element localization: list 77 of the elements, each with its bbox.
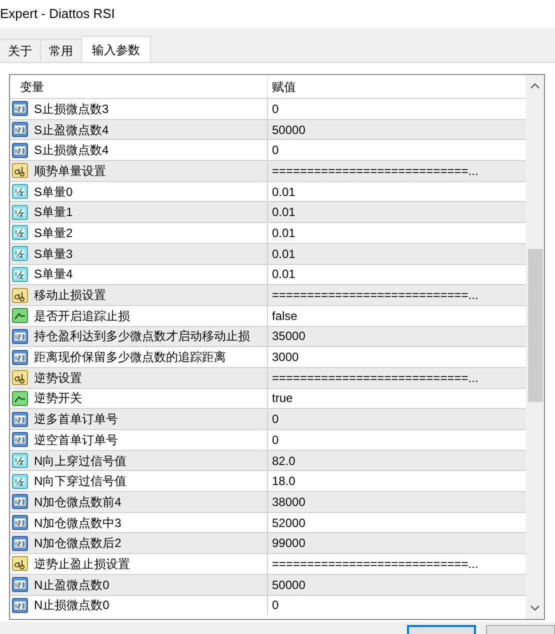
parameter-name: N向上穿过信号值 [34, 452, 127, 470]
fraction-type-icon [12, 266, 28, 282]
text-type-icon [12, 288, 28, 303]
parameter-name: N加仓微点数前4 [34, 494, 122, 511]
parameter-name: 持仓盈利达到多少微点数才启动移动止损 [34, 328, 250, 346]
parameter-name: 逆势开关 [34, 390, 82, 408]
parameter-name: N向下穿过信号值 [34, 473, 127, 490]
parameter-value[interactable]: 3000 [268, 347, 526, 367]
scroll-down-icon[interactable] [530, 605, 540, 611]
parameter-value[interactable]: 99000 [268, 533, 526, 554]
fraction-type-icon [12, 225, 28, 240]
parameter-name: 是否开启追踪止损 [34, 308, 130, 325]
parameter-value[interactable]: ============================... [268, 554, 526, 574]
parameter-name: 逆势设置 [34, 370, 82, 387]
parameter-value[interactable]: 0.01 [268, 244, 526, 264]
parameter-value[interactable]: 18.0 [268, 471, 526, 492]
parameter-name: 逆势止盈止损设置 [34, 556, 130, 573]
number-type-icon [12, 122, 28, 138]
parameter-name: 逆多首单订单号 [34, 411, 118, 428]
parameter-name: 顺势单量设置 [34, 162, 106, 180]
parameter-value[interactable]: false [268, 306, 526, 326]
parameter-name: 移动止损设置 [34, 287, 106, 304]
toggle-type-icon [12, 390, 28, 406]
parameter-value[interactable]: 52000 [268, 512, 526, 532]
parameter-name: S单量2 [34, 224, 73, 242]
parameter-name: N加仓微点数中3 [34, 514, 122, 532]
parameter-value[interactable]: 35000 [268, 326, 526, 346]
text-type-icon [12, 370, 28, 386]
number-type-icon [12, 328, 28, 344]
parameter-name: S止损微点数4 [34, 142, 109, 160]
fraction-type-icon [12, 453, 28, 468]
parameter-name: S止损微点数3 [34, 100, 109, 118]
parameter-name: S单量0 [34, 184, 73, 201]
parameter-name: N止损微点数0 [34, 597, 110, 614]
parameter-value[interactable]: 0 [268, 596, 526, 616]
parameter-name: S单量4 [34, 266, 73, 284]
parameter-value[interactable]: 50000 [268, 120, 526, 140]
parameter-name: S单量1 [34, 204, 73, 222]
number-type-icon [12, 536, 28, 551]
parameter-value[interactable]: 0 [268, 430, 526, 450]
text-type-icon [12, 556, 28, 572]
column-header[interactable]: 赋值 [268, 75, 526, 98]
parameter-name: N加仓微点数后2 [34, 535, 122, 552]
parameter-value[interactable]: 0 [268, 140, 526, 160]
parameter-value[interactable]: 0.01 [268, 223, 526, 243]
parameter-name: 逆空首单订单号 [34, 432, 118, 449]
parameter-value[interactable]: 0.01 [268, 182, 526, 202]
parameter-name: 距离现价保留多少微点数的追踪距离 [34, 349, 226, 366]
toggle-type-icon [12, 308, 28, 324]
fraction-type-icon [12, 474, 28, 489]
number-type-icon [12, 577, 28, 592]
parameter-value[interactable]: 0 [268, 99, 526, 119]
parameter-value[interactable]: 82.0 [268, 450, 526, 470]
scrollbar[interactable] [526, 75, 544, 619]
tab[interactable]: 输入参数 [81, 36, 151, 62]
parameter-value[interactable]: 0.01 [268, 202, 526, 222]
parameter-name: S止盈微点数4 [34, 122, 109, 139]
parameter-value[interactable]: ============================... [268, 285, 526, 305]
parameter-value[interactable]: true [268, 388, 526, 408]
parameter-value[interactable]: 50000 [268, 574, 526, 594]
parameter-value[interactable]: 38000 [268, 492, 526, 512]
parameter-value[interactable]: 0 [268, 409, 526, 429]
parameter-name: S单量3 [34, 246, 73, 263]
parameter-value[interactable]: ============================... [268, 161, 526, 181]
fraction-type-icon [12, 204, 28, 220]
parameter-value[interactable]: ============================... [268, 368, 526, 388]
number-type-icon [12, 412, 28, 427]
text-type-icon [12, 163, 28, 178]
parameter-value[interactable]: 0.01 [268, 264, 526, 284]
dialog-button[interactable] [407, 625, 476, 634]
scroll-up-icon[interactable] [530, 83, 540, 89]
fraction-type-icon [12, 246, 28, 262]
scrollbar-thumb[interactable] [528, 249, 542, 402]
parameter-name: N止盈微点数0 [34, 576, 110, 594]
fraction-type-icon [12, 184, 28, 200]
number-type-icon [12, 494, 28, 510]
window-title: Expert - Diattos RSI [0, 5, 115, 24]
